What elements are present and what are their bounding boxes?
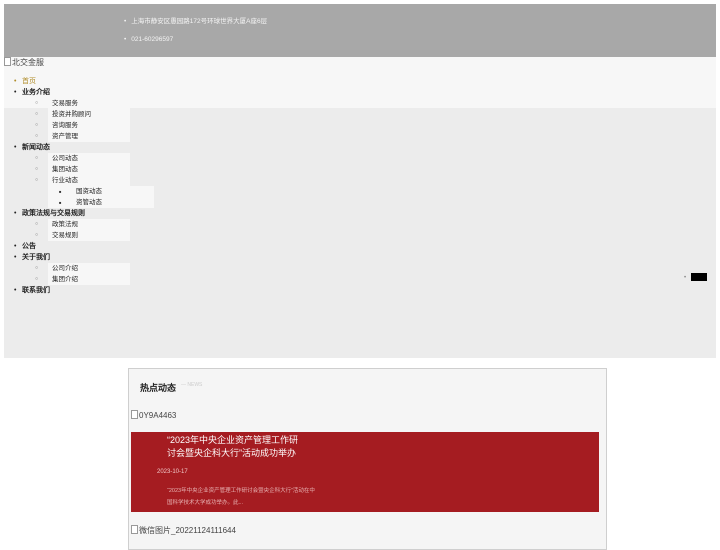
nav-subsub-asset-news[interactable]: 资管动态 [59, 197, 154, 208]
hot-news-subtitle: — NEWS [181, 382, 203, 388]
hot-news-panel: 热点动态 — NEWS 0Y9A4463 “2023年中央企业资产管理工作研讨会… [128, 368, 607, 550]
broken-image-icon [4, 57, 11, 66]
top-info-bar: 上海市静安区愚园路172号环球世界大厦A座6层 021-60296597 [4, 4, 716, 57]
news-card-desc: “2023年中央企业资产管理工作研讨会暨央企科大行”活动在中国科学技术大学成功举… [167, 488, 315, 506]
nav-sub-company-intro[interactable]: 公司介绍 [35, 263, 130, 274]
phone-text[interactable]: 021-60296597 [124, 36, 173, 43]
main-nav: 首页 业务介绍 交易服务 投资并购顾问 咨询服务 资产管理 新闻动态 公司动态 … [14, 76, 154, 296]
nav-item-policy[interactable]: 政策法规与交易规则 政策法规 交易规则 [14, 208, 130, 241]
news-image-2[interactable]: 微信图片_20221124111644 [131, 525, 236, 536]
news-card[interactable]: “2023年中央企业资产管理工作研讨会暨央企科大行”活动成功举办 2023-10… [131, 432, 599, 512]
nav-item-notice[interactable]: 公告 [14, 241, 130, 252]
slider-control[interactable] [691, 273, 707, 281]
broken-image-icon [131, 410, 138, 419]
nav-item-home[interactable]: 首页 [14, 76, 130, 87]
broken-image-icon [131, 525, 138, 534]
nav-subsub-sasac-news[interactable]: 国资动态 [59, 186, 154, 197]
nav-sub-group-intro[interactable]: 集团介绍 [35, 274, 130, 285]
nav-sub-ma-advisory[interactable]: 投资并购顾问 [35, 109, 130, 120]
nav-sub-policy[interactable]: 政策法规 [35, 219, 130, 230]
address-text: 上海市静安区愚园路172号环球世界大厦A座6层 [124, 15, 267, 25]
nav-sub-asset-mgmt[interactable]: 资产管理 [35, 131, 130, 142]
slider-dot[interactable]: • [684, 275, 686, 281]
nav-sub-company-news[interactable]: 公司动态 [35, 153, 130, 164]
news-card-title[interactable]: “2023年中央企业资产管理工作研讨会暨央企科大行”活动成功举办 [167, 434, 307, 460]
nav-sub-consulting[interactable]: 咨询服务 [35, 120, 130, 131]
nav-item-business[interactable]: 业务介绍 交易服务 投资并购顾问 咨询服务 资产管理 [14, 87, 130, 142]
nav-sub-rules[interactable]: 交易规则 [35, 230, 130, 241]
nav-item-contact[interactable]: 联系我们 [14, 285, 130, 296]
nav-item-news[interactable]: 新闻动态 公司动态 集团动态 行业动态 国资动态 资管动态 [14, 142, 154, 208]
nav-sub-group-news[interactable]: 集团动态 [35, 164, 130, 175]
nav-sub-industry-news[interactable]: 行业动态 国资动态 资管动态 [35, 175, 154, 208]
logo-image[interactable]: 北交金服 [4, 57, 44, 68]
news-image-1[interactable]: 0Y9A4463 [131, 410, 176, 420]
nav-sub-trading[interactable]: 交易服务 [35, 98, 130, 109]
hot-news-title: 热点动态 [140, 383, 177, 393]
news-card-date: 2023-10-17 [157, 469, 188, 475]
nav-item-about[interactable]: 关于我们 公司介绍 集团介绍 [14, 252, 130, 285]
